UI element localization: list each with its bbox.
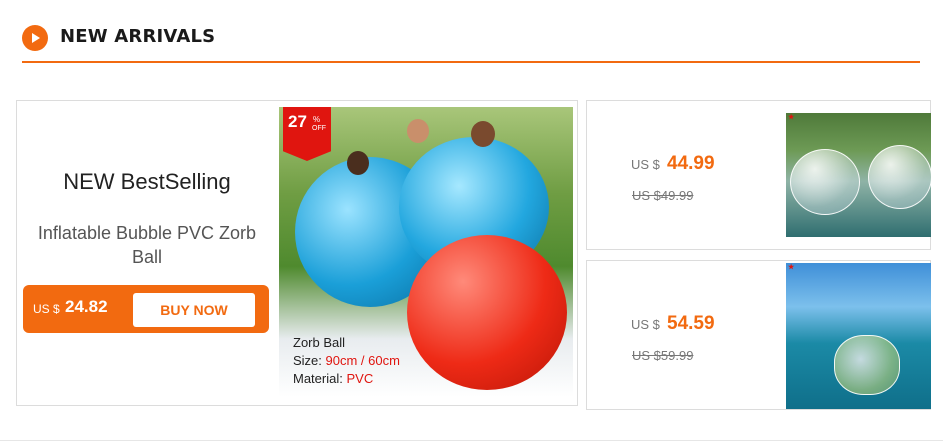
buy-now-button[interactable]: BUY NOW <box>133 293 255 327</box>
bottom-divider <box>0 440 943 441</box>
price-value: 24.82 <box>65 297 108 316</box>
side-price-currency: US $ <box>631 157 660 172</box>
spec-material-value: PVC <box>346 371 374 386</box>
section-title: NEW ARRIVALS <box>60 26 216 47</box>
water-roller <box>834 335 900 395</box>
spec-size-label: Size: <box>293 353 322 368</box>
product-image[interactable]: ★ <box>786 263 931 409</box>
water-ball <box>790 149 860 215</box>
side-price-value: 44.99 <box>667 153 715 174</box>
product-title[interactable]: Inflatable Bubble PVC Zorb Ball <box>25 221 269 269</box>
person-head <box>407 119 429 143</box>
product-image[interactable]: ★ <box>786 113 931 237</box>
water-ball <box>868 145 931 209</box>
spec-name: Zorb Ball <box>293 335 346 350</box>
section-header: NEW ARRIVALS <box>22 22 919 62</box>
brand-logo-icon: ★ <box>788 264 795 271</box>
discount-value: 27 <box>288 112 307 131</box>
header-divider <box>22 61 920 63</box>
price-bar: US $ 24.82 BUY NOW <box>23 285 269 333</box>
brand-logo-icon: ★ <box>788 114 795 121</box>
red-zorb-ball <box>407 235 567 390</box>
side-price-value: 54.59 <box>667 313 715 334</box>
discount-percent: % <box>313 115 321 124</box>
side-old-price: US $59.99 <box>632 348 694 363</box>
person-head <box>347 151 369 175</box>
featured-product-card[interactable]: NEW BestSelling Inflatable Bubble PVC Zo… <box>16 100 578 406</box>
discount-off: OFF <box>312 125 326 132</box>
spec-material-label: Material: <box>293 371 343 386</box>
side-old-price: US $49.99 <box>632 188 694 203</box>
side-product-card[interactable]: US $ 44.99 US $49.99 ★ <box>586 100 931 250</box>
spec-material: Material: PVC <box>293 371 373 386</box>
side-price-currency: US $ <box>631 317 660 332</box>
promo-heading: NEW BestSelling <box>63 169 231 194</box>
person-head <box>471 121 495 147</box>
side-product-card[interactable]: US $ 54.59 US $59.99 ★ <box>586 260 931 410</box>
discount-badge: 27 % OFF <box>283 107 331 161</box>
spec-size-value: 90cm / 60cm <box>325 353 400 368</box>
spec-size: Size: 90cm / 60cm <box>293 353 400 368</box>
price-currency: US $ <box>33 302 60 316</box>
product-image[interactable]: 27 % OFF Zorb Ball Size: 90cm / 60cm Mat… <box>279 107 573 397</box>
play-icon <box>22 25 48 51</box>
